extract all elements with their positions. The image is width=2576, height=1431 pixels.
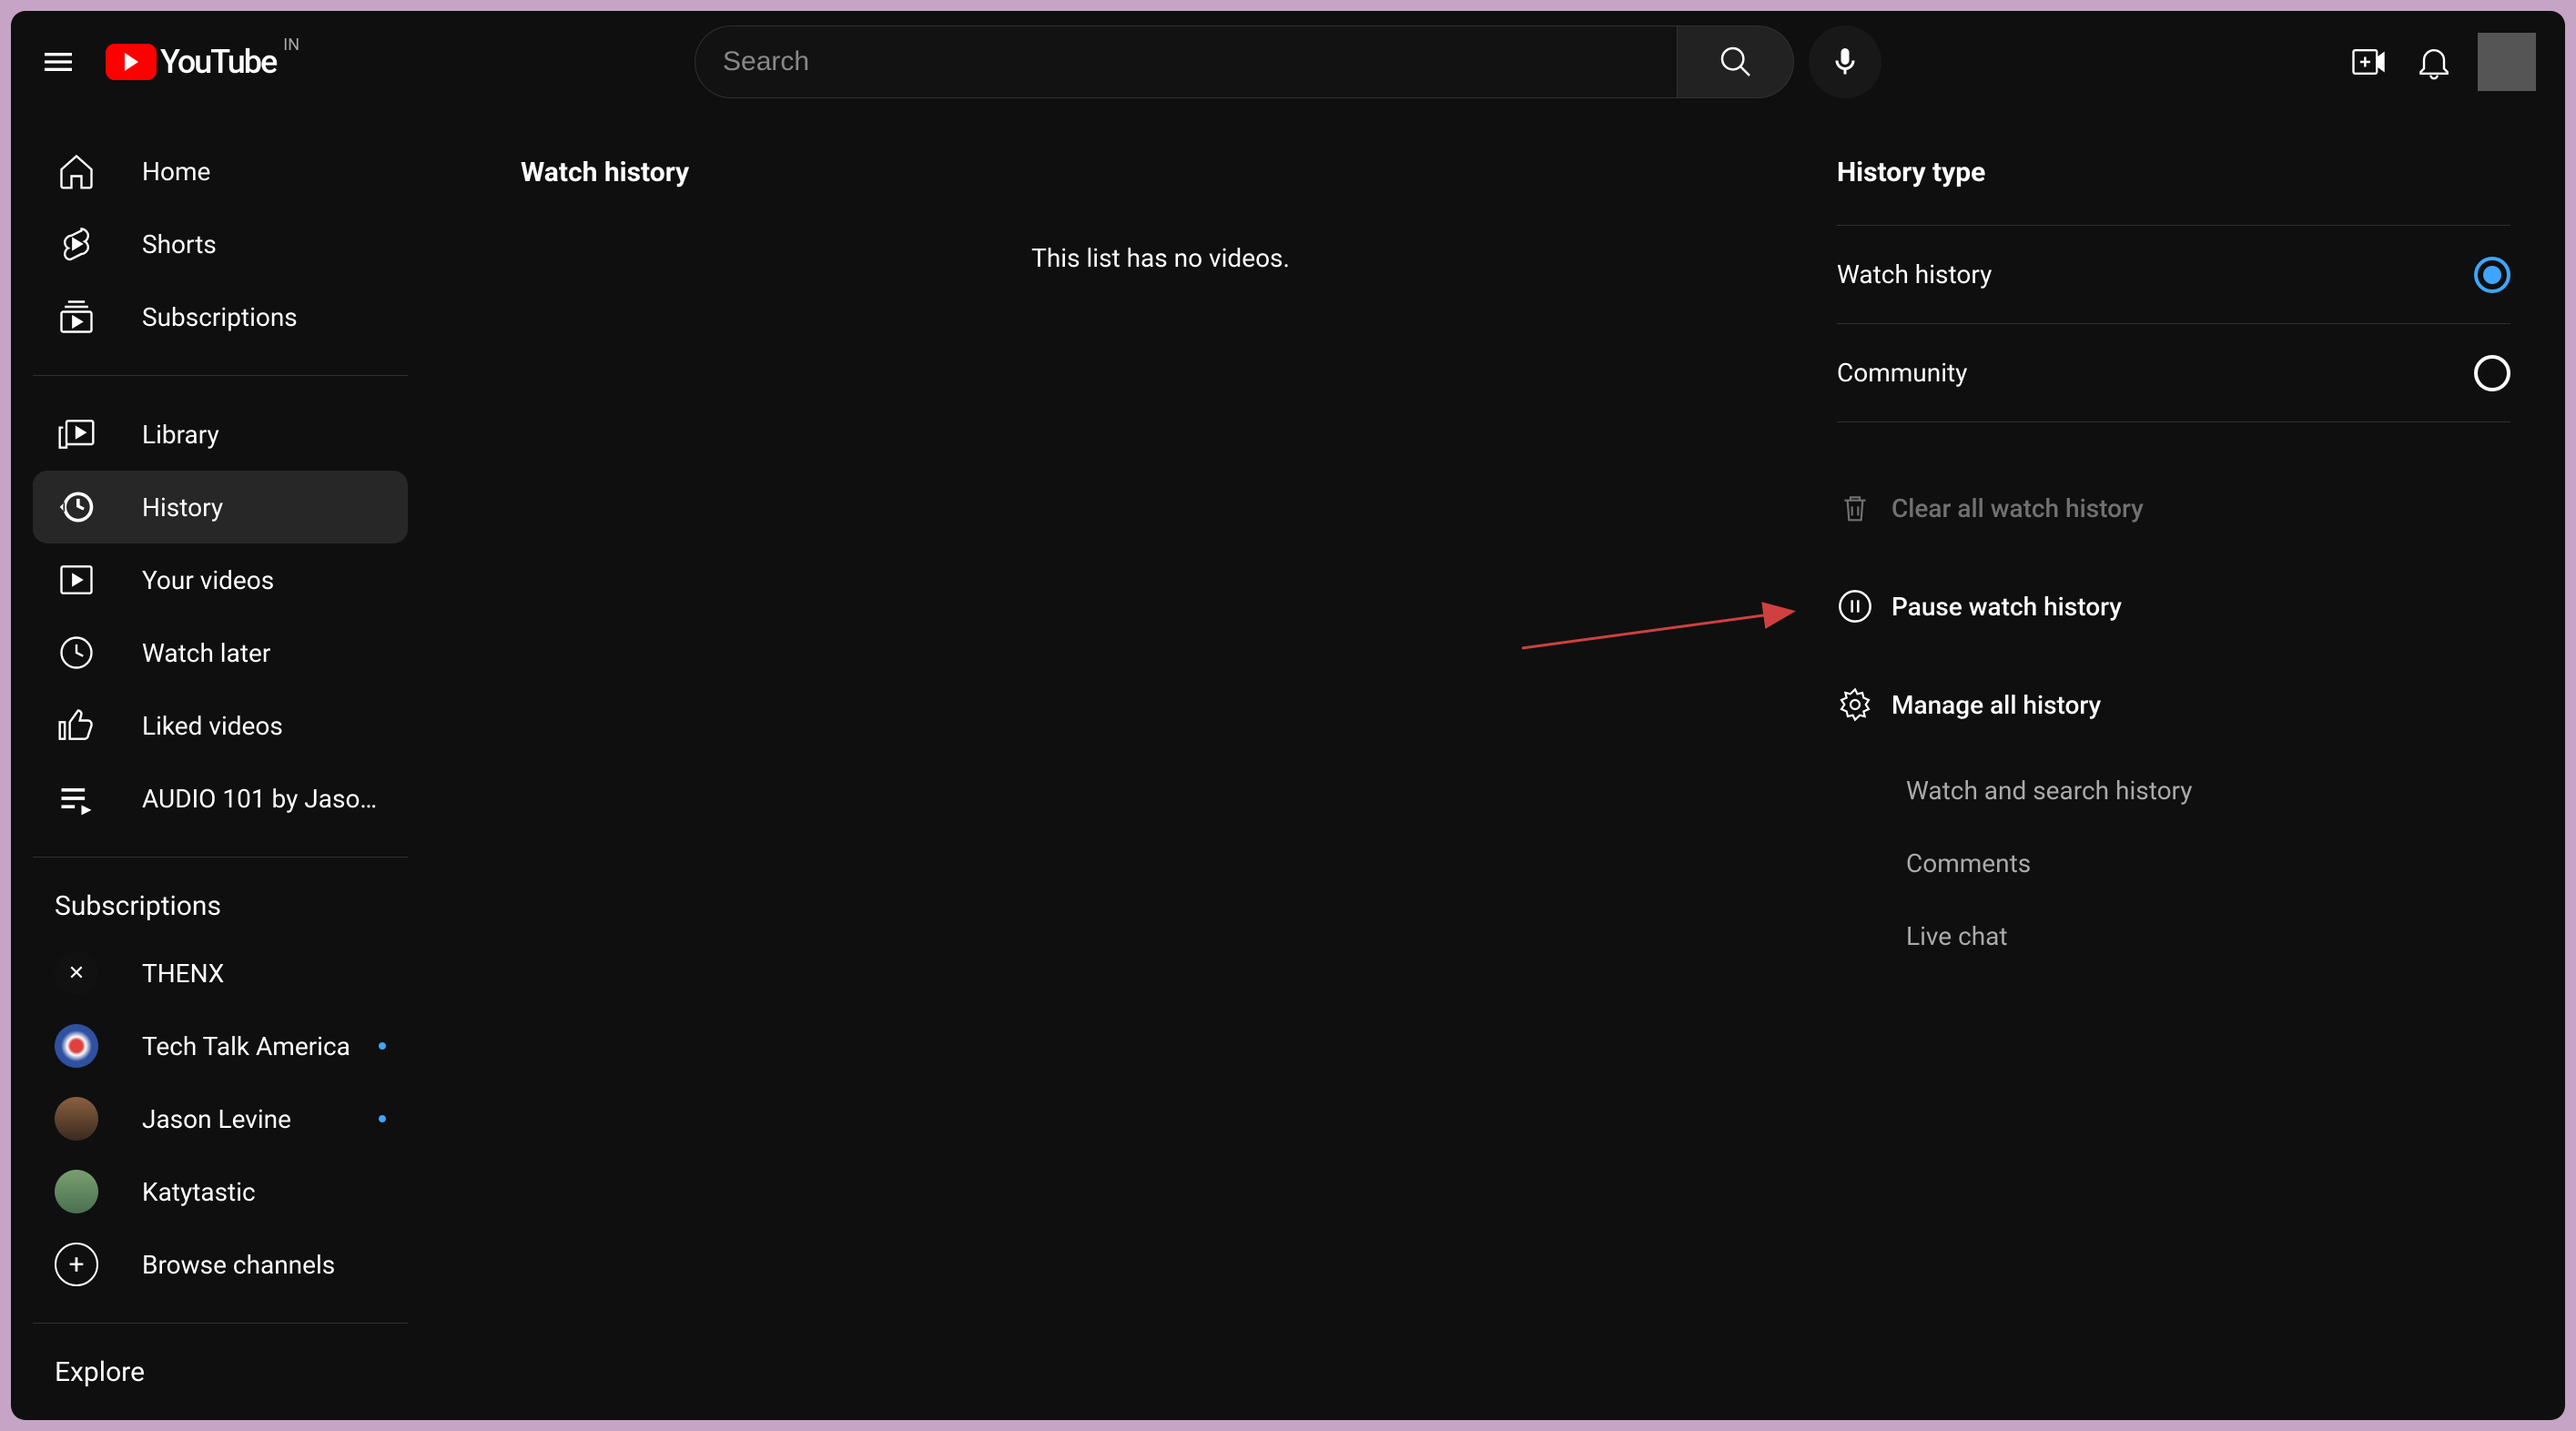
sidebar-item-label: Watch later	[142, 638, 270, 668]
logo[interactable]: YouTube IN	[106, 43, 299, 81]
sidebar-item-shorts[interactable]: Shorts	[33, 208, 408, 280]
bell-icon	[2414, 42, 2454, 82]
sidebar-item-label: Shorts	[142, 229, 217, 259]
action-label: Manage all history	[1891, 690, 2101, 720]
sidebar-item-label: Subscriptions	[142, 302, 298, 332]
action-label: Clear all watch history	[1891, 493, 2144, 523]
logo-text: YouTube	[160, 43, 276, 81]
sidebar-item-history[interactable]: History	[33, 471, 408, 543]
search-input[interactable]	[695, 25, 1678, 98]
channel-name: THENX	[142, 959, 224, 989]
action-label: Pause watch history	[1891, 592, 2122, 622]
notifications-button[interactable]	[2412, 40, 2456, 84]
logo-play-icon	[106, 44, 157, 80]
sidebar-item-label: Browse channels	[142, 1250, 335, 1280]
watch-search-history-link[interactable]: Watch and search history	[1906, 754, 2510, 827]
library-icon	[55, 412, 98, 456]
channel-avatar	[55, 1024, 98, 1068]
sidebar-item-label: Your videos	[142, 565, 274, 595]
voice-search-button[interactable]	[1809, 25, 1881, 98]
sidebar-item-label: History	[142, 492, 223, 523]
manage-history-button[interactable]: Manage all history	[1837, 655, 2510, 754]
search-button[interactable]	[1678, 25, 1794, 98]
sidebar-item-label: Liked videos	[142, 711, 283, 741]
plus-circle-icon: +	[55, 1243, 98, 1286]
hamburger-icon	[40, 44, 76, 80]
history-type-watch[interactable]: Watch history	[1837, 226, 2510, 324]
radio-unselected-icon	[2474, 355, 2510, 391]
your-videos-icon	[55, 558, 98, 602]
home-icon	[55, 149, 98, 193]
clear-history-button[interactable]: Clear all watch history	[1837, 459, 2510, 557]
empty-message: This list has no videos.	[521, 243, 1800, 273]
sidebar-item-label: Library	[142, 420, 219, 450]
header: YouTube IN	[11, 11, 2565, 113]
sidebar-item-playlist[interactable]: AUDIO 101 by Jaso…	[33, 762, 408, 835]
menu-button[interactable]	[40, 44, 76, 80]
live-chat-link[interactable]: Live chat	[1906, 899, 2510, 972]
radio-label: Community	[1837, 358, 1967, 388]
subscription-channel[interactable]: Katytastic	[33, 1155, 408, 1228]
gear-icon	[1837, 686, 1873, 723]
pause-history-button[interactable]: Pause watch history	[1837, 557, 2510, 655]
new-content-dot	[379, 1042, 386, 1050]
channel-name: Jason Levine	[142, 1104, 291, 1134]
liked-icon	[55, 704, 98, 747]
sidebar-item-watch-later[interactable]: Watch later	[33, 616, 408, 689]
channel-name: Tech Talk America	[142, 1031, 350, 1061]
sidebar-item-your-videos[interactable]: Your videos	[33, 543, 408, 616]
history-panel: History type Watch history Community Cle…	[1800, 157, 2510, 1420]
sidebar-item-library[interactable]: Library	[33, 398, 408, 471]
watch-later-icon	[55, 631, 98, 675]
browse-channels[interactable]: + Browse channels	[33, 1228, 408, 1301]
subscriptions-heading: Subscriptions	[33, 879, 408, 937]
channel-avatar	[55, 1170, 98, 1213]
explore-heading: Explore	[33, 1345, 408, 1403]
subscription-channel[interactable]: Tech Talk America	[33, 1010, 408, 1082]
subscriptions-icon	[55, 295, 98, 339]
create-button[interactable]	[2347, 40, 2390, 84]
comments-link[interactable]: Comments	[1906, 827, 2510, 899]
channel-avatar: ✕	[55, 951, 98, 995]
history-icon	[55, 485, 98, 529]
subscription-channel[interactable]: Jason Levine	[33, 1082, 408, 1155]
channel-avatar	[55, 1097, 98, 1141]
sidebar-item-home[interactable]: Home	[33, 135, 408, 208]
radio-selected-icon	[2474, 257, 2510, 293]
pause-circle-icon	[1837, 588, 1873, 624]
panel-title: History type	[1837, 157, 2510, 188]
radio-label: Watch history	[1837, 259, 1992, 289]
search-icon	[1718, 44, 1754, 80]
sidebar: Home Shorts Subscriptions Library	[11, 113, 430, 1420]
microphone-icon	[1829, 46, 1861, 78]
playlist-icon	[55, 776, 98, 820]
trash-icon	[1837, 490, 1873, 526]
new-content-dot	[379, 1115, 386, 1122]
shorts-icon	[55, 222, 98, 266]
subscription-channel[interactable]: ✕ THENX	[33, 937, 408, 1010]
sidebar-item-liked[interactable]: Liked videos	[33, 689, 408, 762]
sidebar-item-label: AUDIO 101 by Jaso…	[142, 784, 377, 814]
logo-region: IN	[283, 36, 299, 55]
channel-name: Katytastic	[142, 1177, 256, 1207]
history-type-community[interactable]: Community	[1837, 324, 2510, 422]
avatar[interactable]	[2478, 33, 2536, 91]
page-title: Watch history	[521, 157, 1800, 188]
sidebar-item-label: Home	[142, 157, 210, 187]
sidebar-item-subscriptions[interactable]: Subscriptions	[33, 280, 408, 353]
create-icon	[2348, 42, 2388, 82]
